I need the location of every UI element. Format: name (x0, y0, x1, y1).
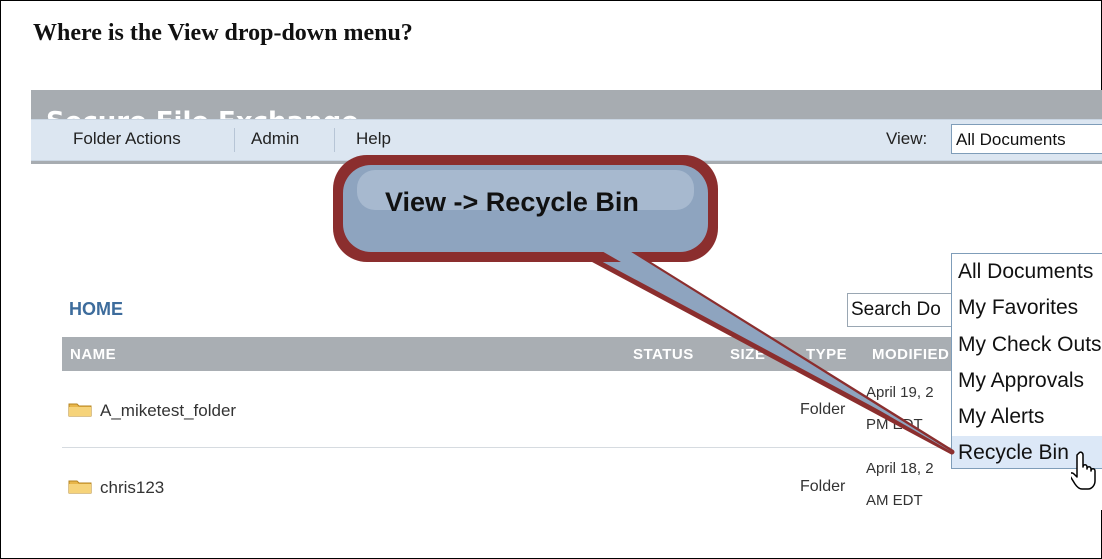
callout-text: View -> Recycle Bin (385, 187, 639, 217)
hand-pointer-icon (1071, 451, 1096, 490)
callout-graphic (333, 155, 955, 455)
